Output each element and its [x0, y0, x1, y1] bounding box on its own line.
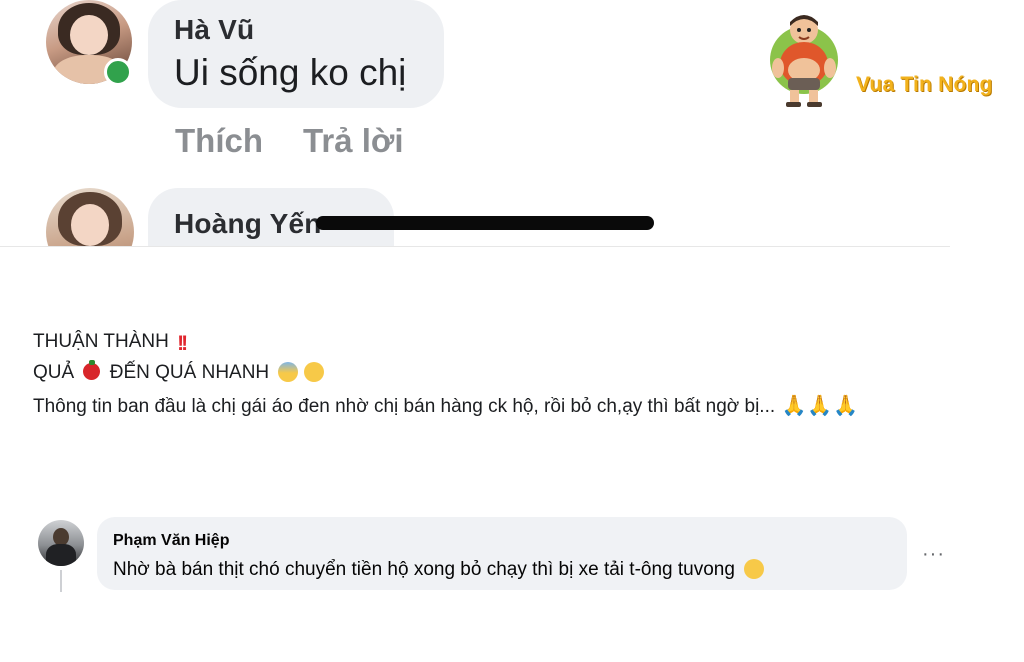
tomato-icon [83, 360, 101, 380]
vua-tin-nong-mascot-icon [770, 15, 838, 107]
commenter-name[interactable]: Hoàng Yến [174, 208, 322, 240]
more-options-icon[interactable]: ··· [922, 543, 945, 566]
post-line-2-start: QUẢ [33, 362, 75, 383]
folded-hands-icon: 🙏 [781, 395, 807, 417]
comment-bubble-pham-van-hiep: Phạm Văn Hiệp Nhờ bà bán thịt chó chuyển… [97, 517, 907, 590]
logo-text: Vua Tin Nóng [856, 73, 993, 96]
disappointed-face-icon [303, 362, 324, 382]
reply-thread-line [60, 570, 62, 592]
folded-hands-icon: 🙏 [807, 395, 833, 417]
sad-face-icon [744, 559, 765, 579]
online-status-dot [104, 58, 132, 86]
post-line-2-end: ĐẾN QUÁ NHANH [109, 362, 270, 383]
folded-hands-icon: 🙏 [833, 395, 859, 417]
commenter-name[interactable]: Phạm Văn Hiệp [113, 532, 229, 550]
redaction-bar [316, 216, 654, 230]
double-exclamation-icon: !! [177, 332, 188, 355]
comment-bubble-ha-vu: Hà Vũ Ui sống ko chị [148, 0, 444, 108]
post-line-3: Thông tin ban đầu là chị gái áo đen nhờ … [33, 393, 858, 418]
like-button[interactable]: Thích [175, 122, 263, 160]
crop-mask [0, 246, 1024, 326]
anxious-sweat-face-icon [278, 362, 299, 382]
crop-divider [0, 246, 950, 247]
comment-text: Nhờ bà bán thịt chó chuyển tiền hộ xong … [113, 559, 765, 581]
comment-text-body: Nhờ bà bán thịt chó chuyển tiền hộ xong … [113, 559, 735, 580]
post-line-1: THUẬN THÀNH !! [33, 331, 188, 356]
comment-text: Ui sống ko chị [174, 52, 407, 93]
post-line-3-text: Thông tin ban đầu là chị gái áo đen nhờ … [33, 396, 776, 417]
reply-button[interactable]: Trả lời [303, 122, 404, 160]
post-line-1-text: THUẬN THÀNH [33, 331, 169, 352]
commenter-name[interactable]: Hà Vũ [174, 14, 254, 46]
post-line-2: QUẢ ĐẾN QUÁ NHANH [33, 360, 324, 384]
avatar-pham-van-hiep[interactable] [38, 520, 84, 566]
